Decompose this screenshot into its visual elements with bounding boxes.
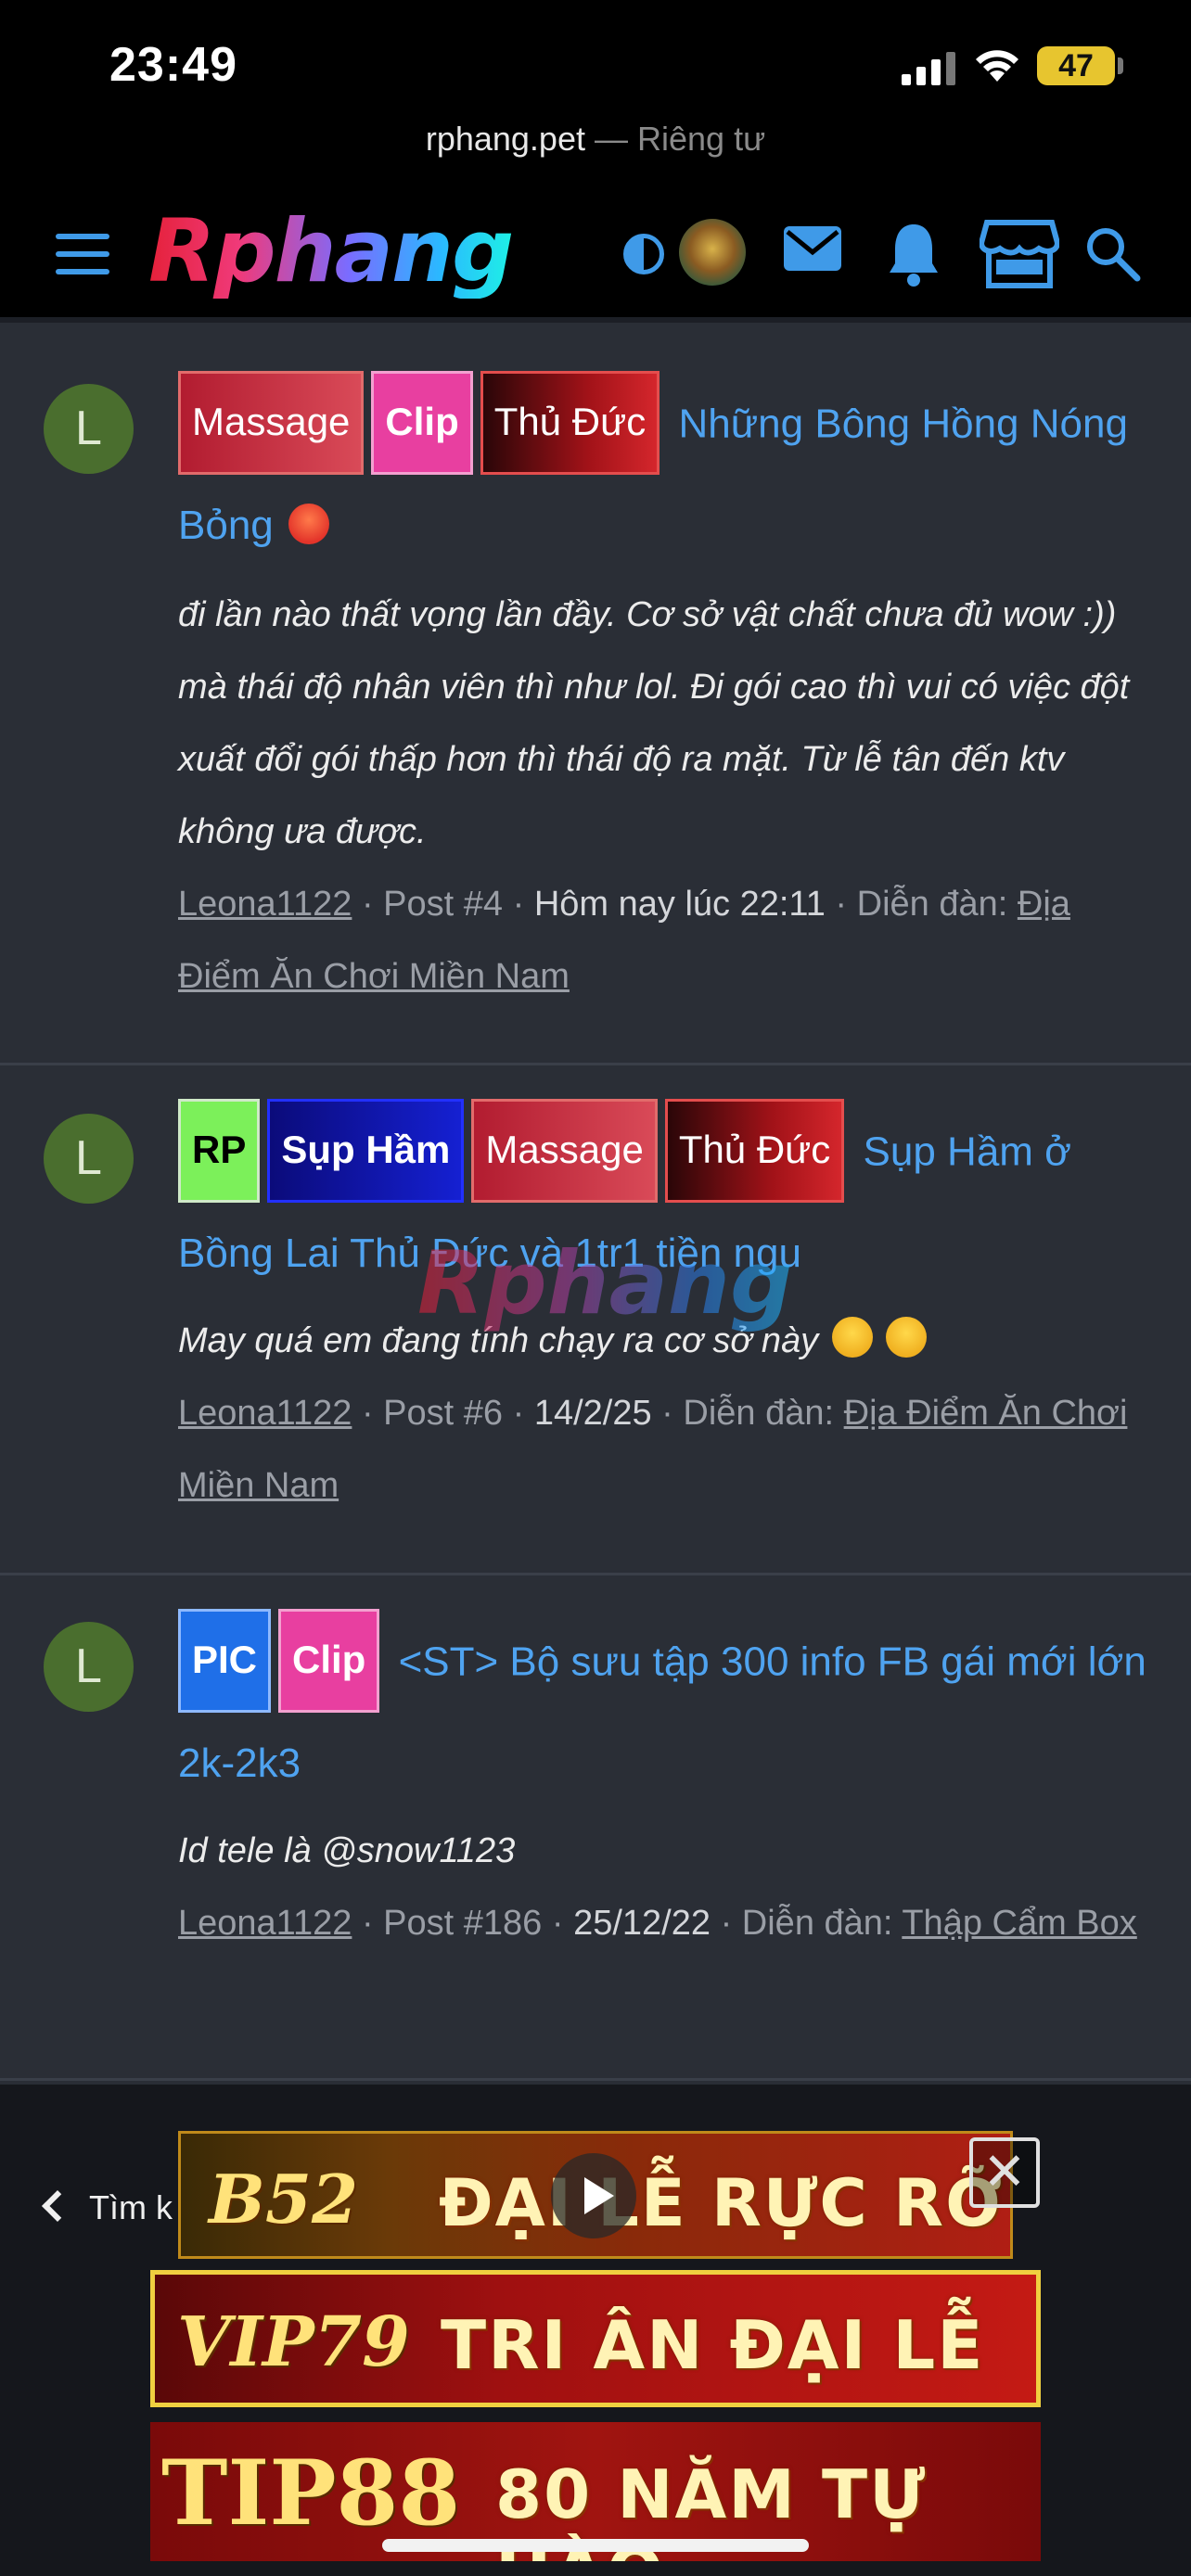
chevron-left-icon xyxy=(42,2190,73,2222)
theme-toggle-icon[interactable] xyxy=(623,234,664,274)
tag-clip[interactable]: Clip xyxy=(371,371,473,475)
user-avatar[interactable] xyxy=(679,219,746,286)
status-bar: 23:49 47 xyxy=(0,0,1191,111)
tag-thu-duc[interactable]: Thủ Đức xyxy=(664,1099,845,1203)
result-title[interactable]: PIC Clip <ST> Bộ sưu tập 300 info FB gái … xyxy=(178,1609,1147,1811)
site-watermark: Rphang xyxy=(417,1233,793,1334)
site-header: Rphang xyxy=(0,185,1191,323)
result-content: Massage Clip Thủ Đức Những Bông Hồng Nóng … xyxy=(178,371,1147,1013)
url-domain: rphang.pet xyxy=(425,120,585,158)
close-icon[interactable]: ✕ xyxy=(969,2137,1040,2208)
avatar[interactable]: L xyxy=(44,1114,134,1204)
post-date: 25/12/22 xyxy=(573,1904,711,1943)
url-separator: — xyxy=(584,120,637,158)
forum-label: Diễn đàn: xyxy=(683,1394,835,1433)
avatar[interactable]: L xyxy=(44,1622,134,1712)
result-title[interactable]: Massage Clip Thủ Đức Những Bông Hồng Nóng … xyxy=(178,371,1147,573)
search-icon[interactable] xyxy=(1083,224,1141,282)
result-meta: Leona1122 · Post #186 · 25/12/22 · Diễn … xyxy=(178,1904,1137,1943)
battery-level: 47 xyxy=(1058,48,1094,83)
ad-text: ĐẠI LỄ RỰC RỠ xyxy=(439,2165,1005,2241)
wifi-icon xyxy=(976,50,1018,82)
ad-brand: B52 xyxy=(209,2160,359,2238)
tag-massage[interactable]: Massage xyxy=(471,1099,658,1203)
author-link[interactable]: Leona1122 xyxy=(178,1394,352,1433)
mail-icon[interactable] xyxy=(782,221,843,276)
menu-icon[interactable] xyxy=(56,234,109,274)
result-snippet: đi lần nào thất vọng lần đầy. Cơ sở vật … xyxy=(178,595,1130,851)
ad-brand: VIP79 xyxy=(177,2302,410,2382)
hot-face-emoji-icon xyxy=(288,504,329,544)
battery-tip xyxy=(1118,57,1123,74)
result-content: PIC Clip <ST> Bộ sưu tập 300 info FB gái … xyxy=(178,1609,1147,1959)
result-snippet: Id tele là @snow1123 xyxy=(178,1831,516,1870)
author-link[interactable]: Leona1122 xyxy=(178,885,352,924)
post-number[interactable]: Post #4 xyxy=(383,885,503,924)
rofl-emoji-icon xyxy=(831,1317,873,1358)
ad-brand: TIP88 xyxy=(161,2441,461,2545)
battery-icon: 47 xyxy=(1037,46,1115,85)
post-number[interactable]: Post #6 xyxy=(383,1394,503,1433)
site-logo[interactable]: Rphang xyxy=(148,206,514,299)
private-mode-label: Riêng tư xyxy=(637,120,766,158)
back-button[interactable]: Tìm k xyxy=(42,2188,173,2227)
status-time: 23:49 xyxy=(109,38,237,92)
play-icon[interactable] xyxy=(551,2153,636,2238)
result-meta: Leona1122 · Post #6 · 14/2/25 · Diễn đàn… xyxy=(178,1394,1128,1505)
rofl-emoji-icon xyxy=(886,1317,928,1358)
forum-link[interactable]: Thập Cẩm Box xyxy=(902,1904,1136,1943)
result-meta: Leona1122 · Post #4 · Hôm nay lúc 22:11 … xyxy=(178,885,1070,996)
tag-clip[interactable]: Clip xyxy=(278,1609,380,1713)
post-date: 14/2/25 xyxy=(533,1394,652,1433)
tag-pic[interactable]: PIC xyxy=(178,1609,272,1713)
ad-text: TRI ÂN ĐẠI LỄ xyxy=(441,2306,985,2384)
tag-rp[interactable]: RP xyxy=(178,1099,261,1203)
post-date: Hôm nay lúc 22:11 xyxy=(533,885,826,924)
list-item: L Massage Clip Thủ Đức Những Bông Hồng Nón… xyxy=(0,328,1191,1065)
tag-massage[interactable]: Massage xyxy=(178,371,365,475)
forum-label: Diễn đàn: xyxy=(856,885,1008,924)
forum-label: Diễn đàn: xyxy=(741,1904,893,1943)
post-number[interactable]: Post #186 xyxy=(383,1904,542,1943)
store-icon[interactable] xyxy=(980,219,1059,289)
tag-sup-ham[interactable]: Sụp Hầm xyxy=(267,1099,465,1203)
ad-banner-vip79[interactable]: VIP79 TRI ÂN ĐẠI LỄ xyxy=(150,2270,1041,2407)
search-results-list: L Massage Clip Thủ Đức Những Bông Hồng Nón… xyxy=(0,328,1191,2081)
back-button-label: Tìm k xyxy=(89,2188,173,2226)
address-bar[interactable]: rphang.pet — Riêng tư xyxy=(0,111,1191,185)
list-item: L PIC Clip <ST> Bộ sưu tập 300 info FB gá… xyxy=(0,1575,1191,2081)
home-indicator[interactable] xyxy=(382,2539,809,2552)
author-link[interactable]: Leona1122 xyxy=(178,1904,352,1943)
bell-icon[interactable] xyxy=(886,221,941,287)
avatar[interactable]: L xyxy=(44,384,134,474)
tag-thu-duc[interactable]: Thủ Đức xyxy=(480,371,660,475)
cellular-signal-icon xyxy=(902,52,955,85)
